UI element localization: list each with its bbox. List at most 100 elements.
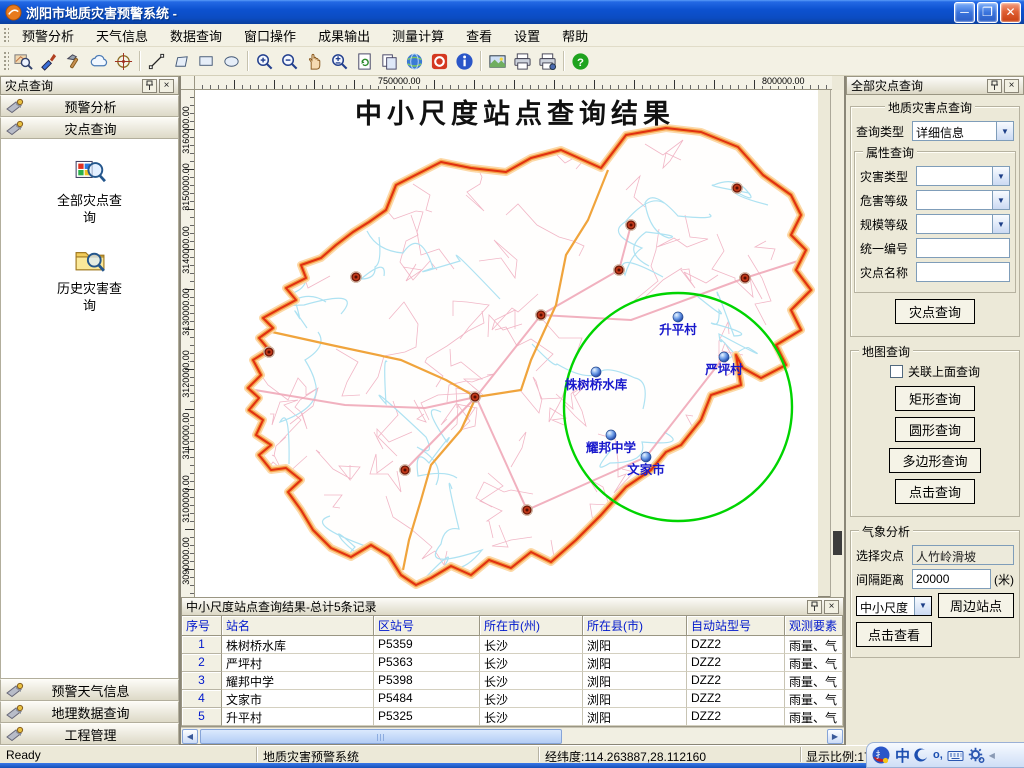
map-query-button-1[interactable]: 圆形查询 <box>895 417 975 442</box>
scale-select[interactable]: 中小尺度 ▼ <box>856 596 932 616</box>
query-type-select[interactable]: 详细信息 ▼ <box>912 121 1014 141</box>
map-query-button-3[interactable]: 点击查询 <box>895 479 975 504</box>
map-query-icon[interactable] <box>11 49 36 74</box>
menu-item-8[interactable]: 帮助 <box>551 23 599 48</box>
field-input-4[interactable] <box>916 262 1010 282</box>
ime-punctuation-icon[interactable]: o, <box>933 749 943 761</box>
toolbar-grip[interactable] <box>2 50 9 72</box>
minimize-button[interactable]: ─ <box>954 2 975 23</box>
draw-rectangle-icon[interactable] <box>194 49 219 74</box>
chevron-down-icon[interactable]: ▼ <box>992 215 1009 233</box>
close-icon[interactable]: × <box>159 79 174 93</box>
column-header-5[interactable]: 自动站型号 <box>687 616 785 636</box>
menu-item-4[interactable]: 成果输出 <box>307 23 381 48</box>
info-icon[interactable] <box>452 49 477 74</box>
menu-item-6[interactable]: 查看 <box>455 23 503 48</box>
pin-icon[interactable] <box>987 79 1002 93</box>
zoom-extent-icon[interactable] <box>327 49 352 74</box>
table-row[interactable]: 3耀邦中学P5398长沙浏阳DZZ2雨量、气 <box>182 672 843 690</box>
menu-item-7[interactable]: 设置 <box>503 23 551 48</box>
menu-grip[interactable] <box>2 26 9 44</box>
tools-icon[interactable] <box>61 49 86 74</box>
refresh-view-icon[interactable] <box>352 49 377 74</box>
close-icon[interactable]: × <box>1004 79 1019 93</box>
draw-ellipse-icon[interactable] <box>219 49 244 74</box>
restore-button[interactable]: ❐ <box>977 2 998 23</box>
pan-icon[interactable] <box>302 49 327 74</box>
chevron-down-icon[interactable]: ▼ <box>914 597 931 615</box>
locate-icon[interactable] <box>111 49 136 74</box>
ime-mode-icon[interactable] <box>914 748 929 763</box>
map-scrollbar-thumb[interactable] <box>833 531 842 555</box>
group-bar-bottom-1[interactable]: 地理数据查询 <box>0 701 179 723</box>
chevron-down-icon[interactable]: ▼ <box>992 191 1009 209</box>
scroll-left-icon[interactable]: ◀ <box>182 729 198 744</box>
disaster-point-marker[interactable] <box>732 183 743 194</box>
chevron-down-icon[interactable]: ▼ <box>992 167 1009 185</box>
field-select-0[interactable]: ▼ <box>916 166 1010 186</box>
table-horizontal-scrollbar[interactable]: ◀ ▶ <box>181 727 844 744</box>
disaster-point-marker[interactable] <box>536 310 547 321</box>
globe-icon[interactable] <box>402 49 427 74</box>
table-scrollbar-thumb[interactable] <box>200 729 562 744</box>
nav-item-0[interactable]: 全部灾点查询 <box>35 155 145 227</box>
menu-item-1[interactable]: 天气信息 <box>85 23 159 48</box>
map-output-icon[interactable] <box>485 49 510 74</box>
table-row[interactable]: 2严坪村P5363长沙浏阳DZZ2雨量、气 <box>182 654 843 672</box>
group-bar-top-0[interactable]: 预警分析 <box>0 95 179 117</box>
help-icon[interactable]: ? <box>568 49 593 74</box>
table-row[interactable]: 5升平村P5325长沙浏阳DZZ2雨量、气 <box>182 708 843 726</box>
map-canvas[interactable]: 升平村严坪村株树桥水库耀邦中学文家市中小尺度站点查询结果 <box>195 90 818 597</box>
map-query-button-0[interactable]: 矩形查询 <box>895 386 975 411</box>
title-bar[interactable]: 浏阳市地质灾害预警系统 - ─ ❐ ✕ <box>0 0 1024 24</box>
pin-icon[interactable] <box>142 79 157 93</box>
disaster-point-marker[interactable] <box>400 465 411 476</box>
print-setup-icon[interactable] <box>535 49 560 74</box>
edit-brush-icon[interactable] <box>36 49 61 74</box>
disaster-point-marker[interactable] <box>351 272 362 283</box>
column-header-3[interactable]: 所在市(州) <box>480 616 583 636</box>
close-button[interactable]: ✕ <box>1000 2 1021 23</box>
disaster-point-marker[interactable] <box>522 505 533 516</box>
draw-line-icon[interactable] <box>144 49 169 74</box>
zoom-in-icon[interactable] <box>252 49 277 74</box>
distance-field[interactable]: 20000 <box>912 569 991 589</box>
keyboard-icon[interactable] <box>947 748 964 763</box>
chevron-down-icon[interactable]: ▼ <box>996 122 1013 140</box>
column-header-6[interactable]: 观测要素 <box>785 616 843 636</box>
field-select-1[interactable]: ▼ <box>916 190 1010 210</box>
nav-item-1[interactable]: 历史灾害查询 <box>35 243 145 315</box>
disaster-point-marker[interactable] <box>264 347 275 358</box>
zoom-out-icon[interactable] <box>277 49 302 74</box>
ime-language-icon[interactable]: 中 <box>895 745 910 766</box>
field-input-3[interactable] <box>916 238 1010 258</box>
group-bar-bottom-2[interactable]: 工程管理 <box>0 723 179 745</box>
ime-sphere-icon[interactable]: 扌 <box>871 745 891 765</box>
disaster-point-marker[interactable] <box>614 265 625 276</box>
group-bar-top-1[interactable]: 灾点查询 <box>0 117 179 139</box>
print-icon[interactable] <box>510 49 535 74</box>
copy-layer-icon[interactable] <box>377 49 402 74</box>
column-header-4[interactable]: 所在县(市) <box>583 616 687 636</box>
close-icon[interactable]: × <box>824 600 839 614</box>
disaster-point-marker[interactable] <box>470 392 481 403</box>
map-vertical-scrollbar[interactable] <box>830 90 844 597</box>
table-row[interactable]: 4文家市P5484长沙浏阳DZZ2雨量、气 <box>182 690 843 708</box>
stop-icon[interactable] <box>427 49 452 74</box>
table-row[interactable]: 1株树桥水库P5359长沙浏阳DZZ2雨量、气 <box>182 636 843 654</box>
link-above-checkbox[interactable] <box>890 365 903 378</box>
gear-icon[interactable] <box>968 747 985 763</box>
menu-item-0[interactable]: 预警分析 <box>11 23 85 48</box>
view-button[interactable]: 点击查看 <box>856 622 932 647</box>
column-header-0[interactable]: 序号 <box>182 616 222 636</box>
menu-item-2[interactable]: 数据查询 <box>159 23 233 48</box>
language-bar[interactable]: 扌 中 o, ◀ <box>866 742 1024 768</box>
disaster-point-marker[interactable] <box>740 273 751 284</box>
langbar-collapse-icon[interactable]: ◀ <box>989 751 995 760</box>
map-query-button-2[interactable]: 多边形查询 <box>889 448 981 473</box>
column-header-1[interactable]: 站名 <box>222 616 374 636</box>
nearby-stations-button[interactable]: 周边站点 <box>938 593 1014 618</box>
cloud-icon[interactable] <box>86 49 111 74</box>
menu-item-3[interactable]: 窗口操作 <box>233 23 307 48</box>
field-select-2[interactable]: ▼ <box>916 214 1010 234</box>
